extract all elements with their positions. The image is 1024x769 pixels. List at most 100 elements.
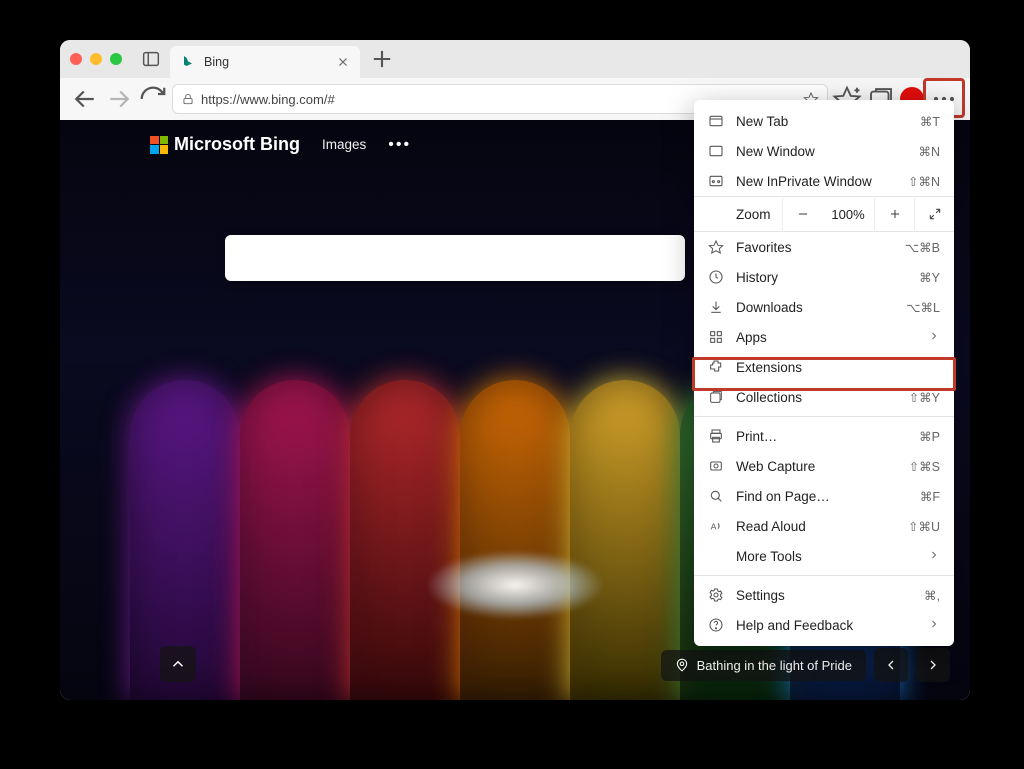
menu-history[interactable]: History ⌘Y (694, 262, 954, 292)
menu-find-shortcut: ⌘F (920, 489, 940, 504)
collections-icon (708, 389, 724, 405)
forward-button[interactable] (104, 84, 134, 114)
window-controls (70, 53, 122, 65)
menu-new-inprivate[interactable]: New InPrivate Window ⇧⌘N (694, 166, 954, 196)
menu-find-label: Find on Page… (736, 489, 908, 504)
location-icon (675, 658, 689, 672)
lock-icon (181, 92, 195, 106)
menu-help-label: Help and Feedback (736, 618, 916, 633)
menu-zoom-row: Zoom 100% (694, 196, 954, 232)
chevron-right-icon (928, 330, 940, 345)
extensions-icon (708, 359, 724, 375)
menu-history-shortcut: ⌘Y (919, 270, 940, 285)
menu-new-window[interactable]: New Window ⌘N (694, 136, 954, 166)
scroll-up-button[interactable] (160, 646, 196, 682)
menu-new-tab-label: New Tab (736, 114, 908, 129)
tab-close-icon[interactable] (336, 55, 350, 69)
gear-icon (708, 587, 724, 603)
new-tab-icon (708, 113, 724, 129)
refresh-button[interactable] (138, 84, 168, 114)
menu-collections[interactable]: Collections ⇧⌘Y (694, 382, 954, 412)
microsoft-logo-icon (150, 136, 168, 154)
image-caption[interactable]: Bathing in the light of Pride (661, 650, 866, 681)
menu-print-label: Print… (736, 429, 907, 444)
menu-new-inprivate-shortcut: ⇧⌘N (908, 174, 940, 189)
inprivate-icon (708, 173, 724, 189)
downloads-icon (708, 299, 724, 315)
menu-history-label: History (736, 270, 907, 285)
window-minimize-button[interactable] (90, 53, 102, 65)
microsoft-bing-logo[interactable]: Microsoft Bing (150, 134, 300, 155)
titlebar: Bing (60, 40, 970, 78)
menu-separator (694, 575, 954, 576)
menu-read-aloud[interactable]: A Read Aloud ⇧⌘U (694, 511, 954, 541)
favorites-icon (708, 239, 724, 255)
menu-new-inprivate-label: New InPrivate Window (736, 174, 896, 189)
apps-icon (708, 329, 724, 345)
menu-downloads[interactable]: Downloads ⌥⌘L (694, 292, 954, 322)
chevron-right-icon (928, 549, 940, 564)
new-window-icon (708, 143, 724, 159)
zoom-value: 100% (822, 207, 874, 222)
window-maximize-button[interactable] (110, 53, 122, 65)
menu-apps[interactable]: Apps (694, 322, 954, 352)
svg-text:A: A (711, 521, 717, 531)
menu-more-tools-label: More Tools (736, 549, 916, 564)
menu-extensions[interactable]: Extensions (694, 352, 954, 382)
print-icon (708, 428, 724, 444)
read-aloud-icon: A (708, 518, 724, 534)
image-caption-strip: Bathing in the light of Pride (661, 648, 950, 682)
menu-web-capture-shortcut: ⇧⌘S (909, 459, 940, 474)
menu-more-tools[interactable]: More Tools (694, 541, 954, 571)
browser-tab[interactable]: Bing (170, 46, 360, 78)
zoom-label: Zoom (694, 207, 782, 222)
menu-print[interactable]: Print… ⌘P (694, 421, 954, 451)
tab-title: Bing (204, 55, 328, 69)
menu-favorites-label: Favorites (736, 240, 893, 255)
menu-settings-label: Settings (736, 588, 912, 603)
bing-nav-more-icon[interactable]: ••• (388, 136, 411, 154)
window-close-button[interactable] (70, 53, 82, 65)
web-capture-icon (708, 458, 724, 474)
menu-favorites-shortcut: ⌥⌘B (905, 240, 940, 255)
help-icon (708, 617, 724, 633)
menu-extensions-label: Extensions (736, 360, 940, 375)
menu-collections-label: Collections (736, 390, 897, 405)
back-button[interactable] (70, 84, 100, 114)
bing-logo-text: Microsoft Bing (174, 134, 300, 155)
menu-find-on-page[interactable]: Find on Page… ⌘F (694, 481, 954, 511)
menu-new-tab-shortcut: ⌘T (920, 114, 940, 129)
bing-nav-images[interactable]: Images (322, 137, 366, 152)
bing-favicon-icon (180, 54, 196, 70)
menu-print-shortcut: ⌘P (919, 429, 940, 444)
menu-apps-label: Apps (736, 330, 916, 345)
bing-search-input[interactable] (225, 235, 685, 281)
prev-image-button[interactable] (874, 648, 908, 682)
fullscreen-button[interactable] (914, 196, 954, 232)
menu-downloads-label: Downloads (736, 300, 894, 315)
menu-settings[interactable]: Settings ⌘, (694, 580, 954, 610)
menu-downloads-shortcut: ⌥⌘L (906, 300, 940, 315)
find-icon (708, 488, 724, 504)
settings-menu: New Tab ⌘T New Window ⌘N New InPrivate W… (694, 100, 954, 646)
image-caption-text: Bathing in the light of Pride (697, 658, 852, 673)
menu-separator (694, 416, 954, 417)
menu-collections-shortcut: ⇧⌘Y (909, 390, 940, 405)
zoom-out-button[interactable] (782, 196, 822, 232)
background-fountain (425, 550, 605, 620)
history-icon (708, 269, 724, 285)
menu-new-window-label: New Window (736, 144, 906, 159)
menu-web-capture[interactable]: Web Capture ⇧⌘S (694, 451, 954, 481)
menu-favorites[interactable]: Favorites ⌥⌘B (694, 232, 954, 262)
menu-help[interactable]: Help and Feedback (694, 610, 954, 640)
chevron-right-icon (928, 618, 940, 633)
zoom-in-button[interactable] (874, 196, 914, 232)
menu-settings-shortcut: ⌘, (924, 588, 940, 603)
menu-new-tab[interactable]: New Tab ⌘T (694, 106, 954, 136)
next-image-button[interactable] (916, 648, 950, 682)
tab-actions-icon[interactable] (140, 48, 162, 70)
menu-web-capture-label: Web Capture (736, 459, 897, 474)
new-tab-button[interactable] (368, 45, 396, 73)
menu-read-aloud-label: Read Aloud (736, 519, 896, 534)
menu-read-aloud-shortcut: ⇧⌘U (908, 519, 940, 534)
